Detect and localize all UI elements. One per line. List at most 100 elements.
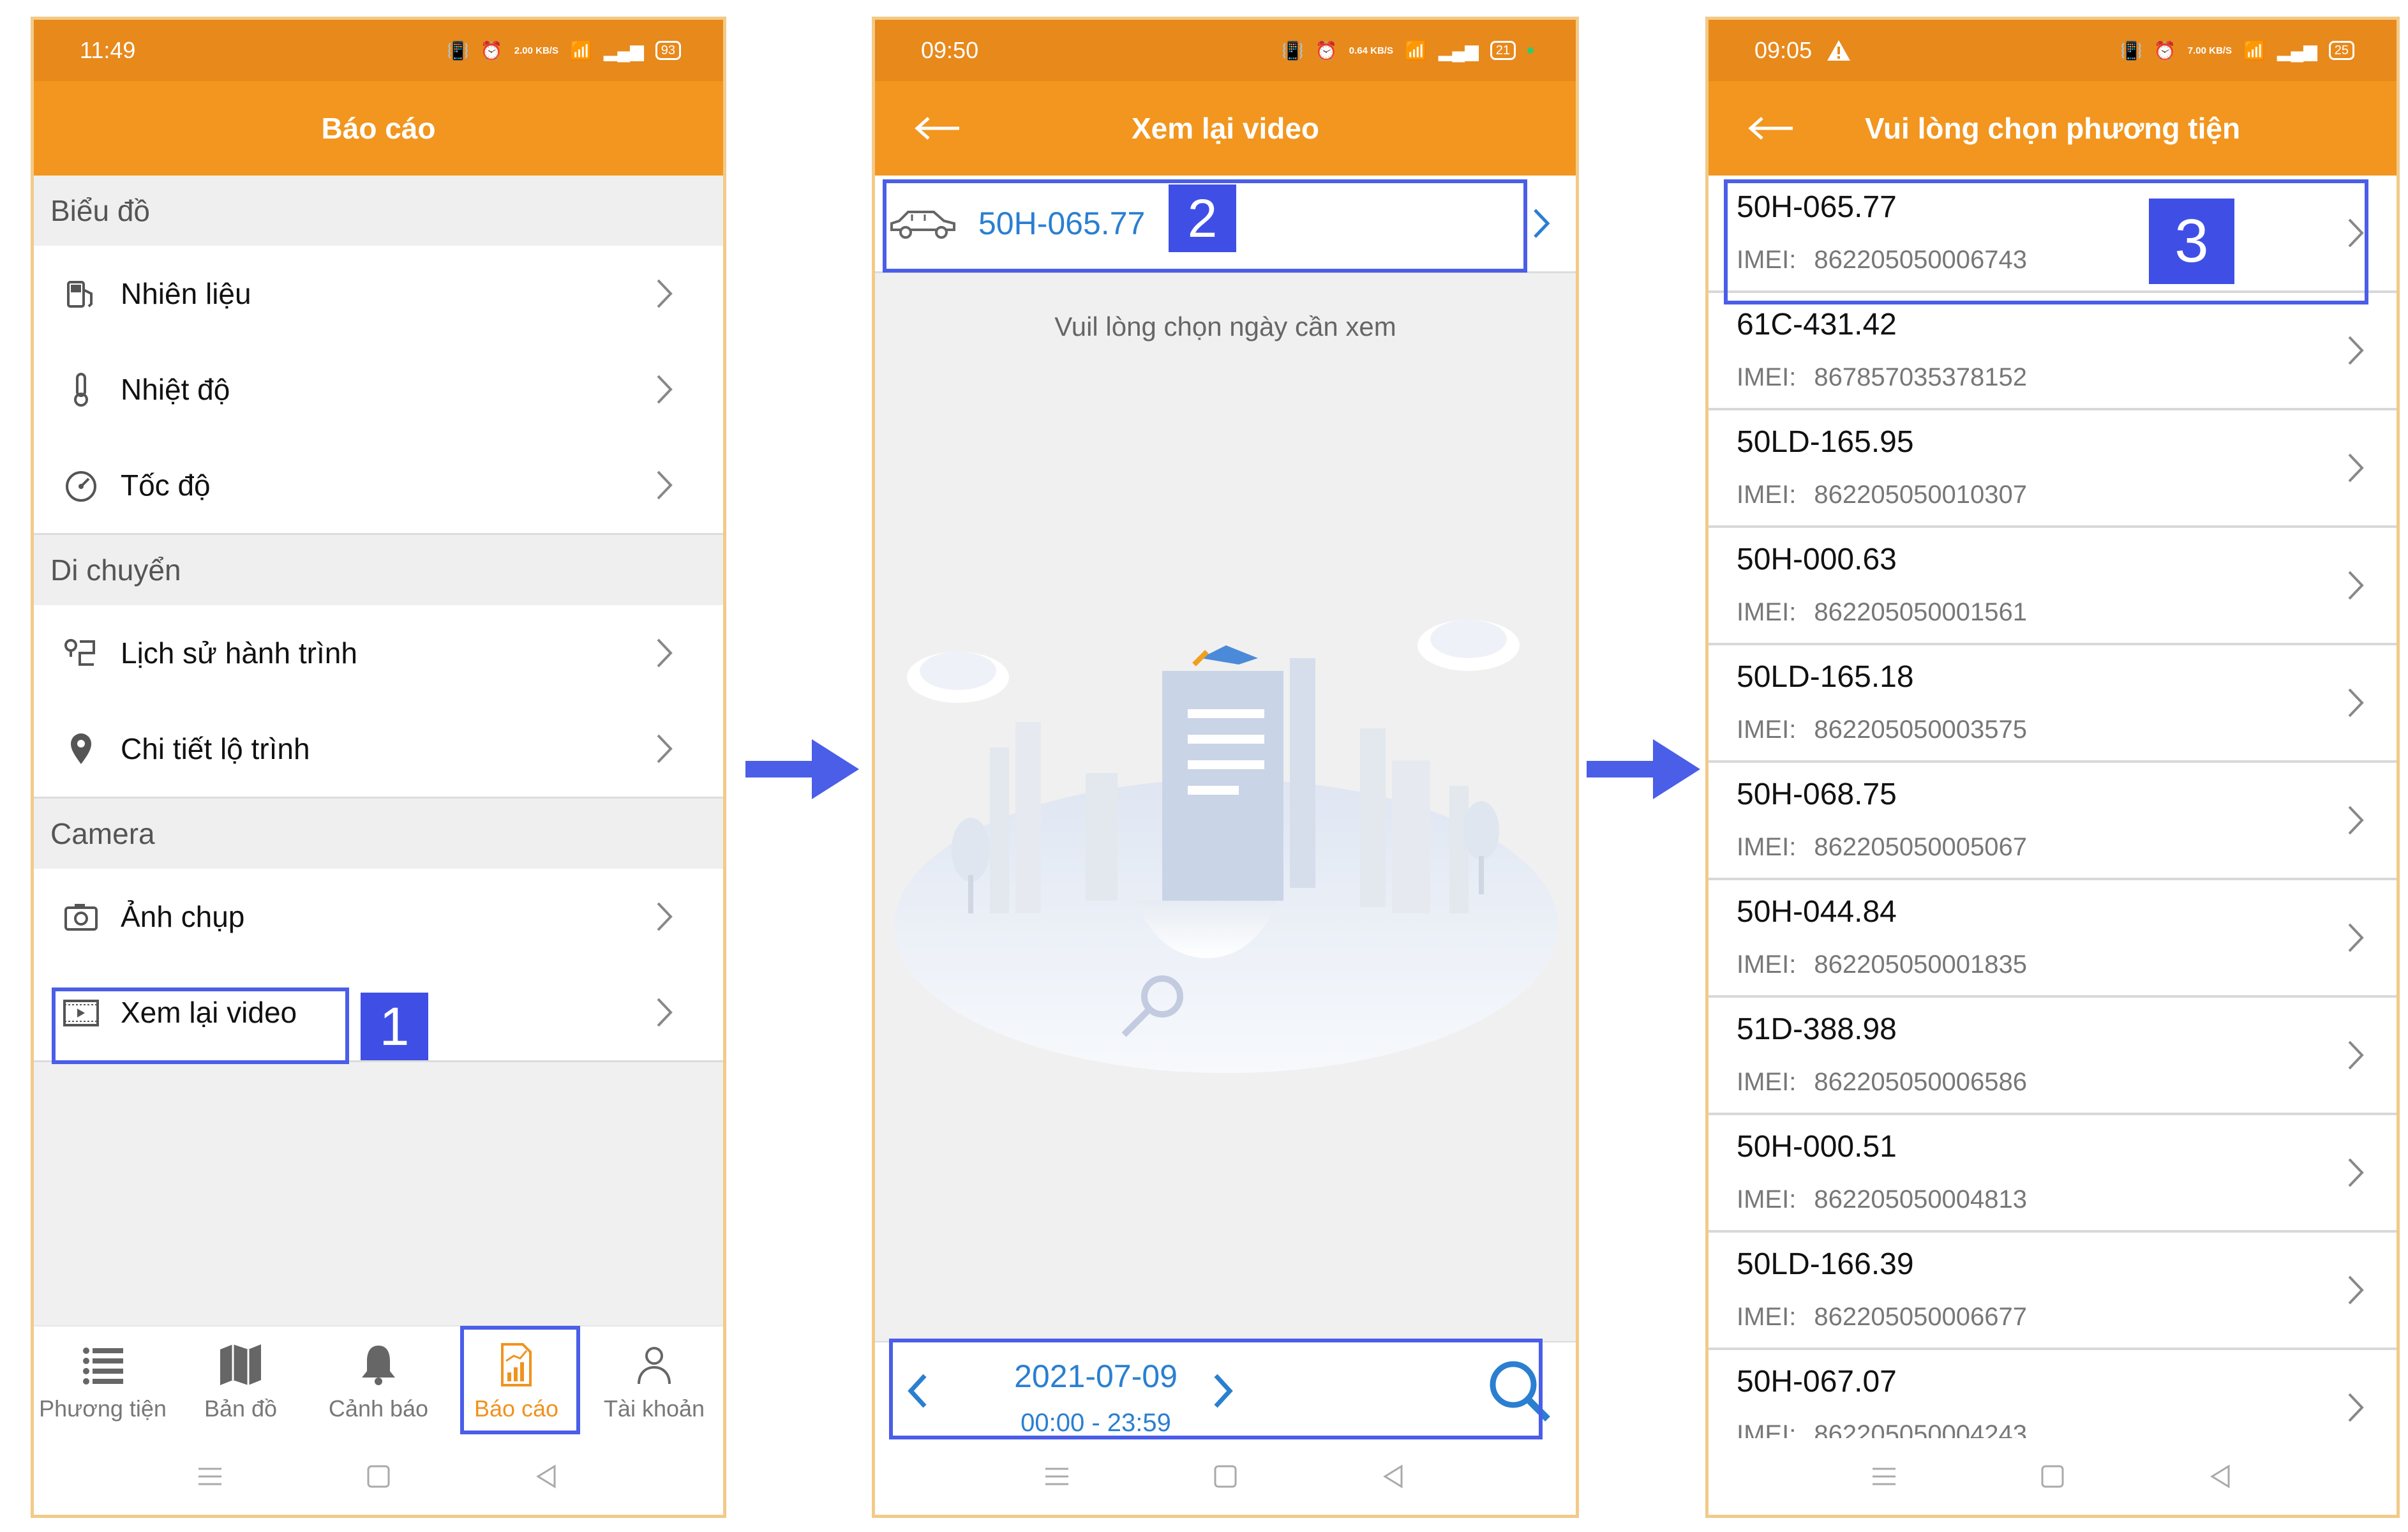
flow-arrow-icon bbox=[1587, 739, 1700, 799]
vehicle-plate: 50H-000.63 bbox=[1737, 543, 1897, 576]
nav-alerts[interactable]: Cảnh báo bbox=[315, 1342, 442, 1422]
imei-value: 862205050001835 bbox=[1814, 950, 2028, 979]
empty-state-illustration bbox=[894, 620, 1558, 1073]
chevron-right-icon bbox=[2348, 453, 2364, 483]
user-icon bbox=[638, 1347, 671, 1385]
nav-map[interactable]: Bản đồ bbox=[177, 1342, 304, 1422]
section-header-camera: Camera bbox=[34, 799, 723, 869]
chevron-right-icon bbox=[657, 279, 673, 308]
menu-item-speed[interactable]: Tốc độ bbox=[34, 437, 723, 533]
chevron-right-icon bbox=[1534, 209, 1550, 238]
home-icon[interactable] bbox=[1211, 1462, 1239, 1491]
vehicle-plate: 51D-388.98 bbox=[1737, 1012, 1897, 1046]
back-triangle-icon[interactable] bbox=[1380, 1462, 1408, 1491]
vehicle-plate: 61C-431.42 bbox=[1737, 308, 1897, 342]
nav-label: Phương tiện bbox=[39, 1395, 167, 1422]
chevron-right-icon bbox=[657, 638, 673, 668]
chevron-right-icon bbox=[2348, 1393, 2364, 1422]
vehicle-imei: IMEI: 867857035378152 bbox=[1737, 363, 2027, 392]
camera-icon bbox=[64, 904, 98, 931]
chevron-right-icon bbox=[2348, 1040, 2364, 1070]
status-time: 11:49 bbox=[80, 37, 136, 63]
signal-icon: ▂▄▆ bbox=[603, 40, 644, 61]
nav-vehicles[interactable]: Phương tiện bbox=[39, 1342, 167, 1422]
vehicle-plate: 50LD-165.95 bbox=[1737, 425, 1914, 459]
vehicle-list-item[interactable]: 50H-000.51 IMEI: 862205050004813 bbox=[1709, 1115, 2397, 1233]
vehicle-list-item[interactable]: 51D-388.98 IMEI: 862205050006586 bbox=[1709, 998, 2397, 1115]
menu-icon[interactable] bbox=[1043, 1462, 1071, 1491]
indicator-dot bbox=[1527, 47, 1534, 54]
imei-value: 862205050003575 bbox=[1814, 716, 2028, 744]
vehicle-plate: 50H-068.75 bbox=[1737, 777, 1897, 811]
vehicle-list-item[interactable]: 50LD-165.18 IMEI: 862205050003575 bbox=[1709, 645, 2397, 763]
page-title: Vui lòng chọn phương tiện bbox=[1864, 112, 2241, 145]
chevron-right-icon bbox=[2348, 923, 2364, 952]
alarm-icon: ⏰ bbox=[480, 40, 503, 61]
menu-item-fuel[interactable]: Nhiên liệu bbox=[34, 246, 723, 342]
network-speed: 7.00 KB/S bbox=[2187, 45, 2232, 56]
vehicle-list-item[interactable]: 50H-068.75 IMEI: 862205050005067 bbox=[1709, 763, 2397, 880]
step-badge-1: 1 bbox=[361, 993, 428, 1060]
imei-label: IMEI: bbox=[1737, 1303, 1797, 1331]
home-icon[interactable] bbox=[2038, 1462, 2067, 1491]
select-date-hint: Vuil lòng chọn ngày cần xem bbox=[1054, 312, 1396, 342]
menu-item-label: Ảnh chụp bbox=[121, 900, 245, 933]
vehicle-list-item[interactable]: 50H-044.84 IMEI: 862205050001835 bbox=[1709, 880, 2397, 998]
back-arrow-icon[interactable] bbox=[913, 116, 961, 141]
status-bar: 09:50 📳 ⏰ 0.64 KB/S 📶 ▂▄▆ 21 bbox=[875, 20, 1576, 81]
vehicle-plate: 50H-044.84 bbox=[1737, 895, 1897, 929]
imei-value: 862205050004813 bbox=[1814, 1185, 2028, 1213]
signal-icon: ▂▄▆ bbox=[2277, 40, 2317, 61]
page-title: Báo cáo bbox=[321, 112, 436, 145]
battery-level: 93 bbox=[655, 41, 681, 60]
network-speed: 2.00 KB/S bbox=[514, 45, 558, 56]
vehicle-imei: IMEI: 862205050006677 bbox=[1737, 1303, 2027, 1332]
imei-value: 867857035378152 bbox=[1814, 363, 2028, 391]
step-badge-3: 3 bbox=[2149, 199, 2234, 284]
flow-arrow-icon bbox=[745, 739, 859, 799]
imei-label: IMEI: bbox=[1737, 1185, 1797, 1213]
back-triangle-icon[interactable] bbox=[2207, 1462, 2235, 1491]
imei-label: IMEI: bbox=[1737, 1068, 1797, 1096]
status-bar: 09:05 📳 ⏰ 7.00 KB/S 📶 ▂▄▆ 25 bbox=[1709, 20, 2397, 81]
menu-item-label: Lịch sử hành trình bbox=[121, 636, 357, 670]
nav-label: Bản đồ bbox=[204, 1395, 278, 1422]
speedometer-icon bbox=[66, 471, 96, 502]
vehicle-imei: IMEI: 862205050001835 bbox=[1737, 950, 2027, 979]
vehicle-list-item[interactable]: 61C-431.42 IMEI: 867857035378152 bbox=[1709, 293, 2397, 410]
vehicle-list-item[interactable]: 50LD-165.95 IMEI: 862205050010307 bbox=[1709, 410, 2397, 528]
system-nav-bar bbox=[875, 1438, 1576, 1515]
menu-item-temperature[interactable]: Nhiệt độ bbox=[34, 342, 723, 437]
menu-item-route-detail[interactable]: Chi tiết lộ trình bbox=[34, 701, 723, 797]
imei-label: IMEI: bbox=[1737, 598, 1797, 626]
warning-icon bbox=[1827, 40, 1851, 61]
menu-icon[interactable] bbox=[1870, 1462, 1898, 1491]
chevron-right-icon bbox=[2348, 688, 2364, 717]
vehicle-list-item[interactable]: 50LD-166.39 IMEI: 862205050006677 bbox=[1709, 1233, 2397, 1350]
vehicle-plate: 50H-067.07 bbox=[1737, 1365, 1897, 1399]
home-icon[interactable] bbox=[364, 1462, 393, 1491]
fuel-icon bbox=[67, 281, 93, 308]
imei-label: IMEI: bbox=[1737, 716, 1797, 744]
vehicle-imei: IMEI: 862205050005067 bbox=[1737, 833, 2027, 862]
bottom-navigation: Phương tiện Bản đồ Cảnh báo Báo cáo Tài … bbox=[34, 1325, 723, 1446]
location-pin-icon bbox=[71, 733, 91, 764]
nav-account[interactable]: Tài khoản bbox=[590, 1342, 718, 1422]
app-header: Vui lòng chọn phương tiện bbox=[1709, 81, 2397, 176]
back-triangle-icon[interactable] bbox=[533, 1462, 561, 1491]
menu-icon[interactable] bbox=[196, 1462, 224, 1491]
thermometer-icon bbox=[74, 373, 88, 407]
menu-item-photos[interactable]: Ảnh chụp bbox=[34, 869, 723, 965]
vehicle-imei: IMEI: 862205050001561 bbox=[1737, 598, 2027, 627]
back-arrow-icon[interactable] bbox=[1747, 116, 1794, 141]
menu-item-label: Nhiên liệu bbox=[121, 277, 251, 310]
signal-icon: ▂▄▆ bbox=[1438, 40, 1479, 61]
bell-icon bbox=[362, 1346, 395, 1385]
network-speed: 0.64 KB/S bbox=[1349, 45, 1393, 56]
menu-item-route-history[interactable]: Lịch sử hành trình bbox=[34, 605, 723, 701]
vehicle-list-item[interactable]: 50H-000.63 IMEI: 862205050001561 bbox=[1709, 528, 2397, 645]
app-header: Xem lại video bbox=[875, 81, 1576, 176]
status-bar: 11:49 📳 ⏰ 2.00 KB/S 📶 ▂▄▆ 93 bbox=[34, 20, 723, 81]
imei-value: 862205050010307 bbox=[1814, 481, 2028, 509]
section-header-movement: Di chuyển bbox=[34, 535, 723, 605]
